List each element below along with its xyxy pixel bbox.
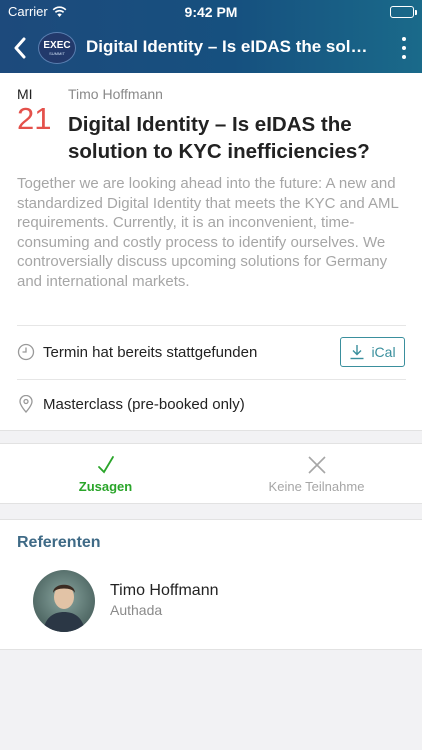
event-location-text: Masterclass (pre-booked only) bbox=[43, 395, 245, 413]
event-detail-card: MI 21 Timo Hoffmann Digital Identity – I… bbox=[0, 73, 422, 431]
accept-label: Zusagen bbox=[78, 479, 133, 494]
event-author: Timo Hoffmann bbox=[68, 86, 163, 102]
checkmark-icon bbox=[97, 456, 114, 474]
chevron-left-icon bbox=[14, 37, 26, 59]
event-title: Digital Identity – Is eIDAS the solution… bbox=[68, 113, 370, 163]
location-pin-icon bbox=[17, 395, 35, 413]
close-icon bbox=[307, 456, 326, 474]
back-button[interactable] bbox=[8, 34, 32, 62]
clock-icon bbox=[17, 343, 35, 361]
speakers-section: Referenten Timo Hoffmann Authada bbox=[0, 519, 422, 650]
app-logo: EXEC SUMMIT bbox=[38, 32, 76, 64]
decline-label: Keine Teilnahme bbox=[268, 479, 365, 494]
status-bar: Carrier 9:42 PM bbox=[0, 0, 422, 24]
speaker-company: Authada bbox=[110, 602, 163, 618]
app-header: Carrier 9:42 PM EXEC SUMMIT Digital Iden… bbox=[0, 0, 422, 73]
ical-label: iCal bbox=[371, 344, 396, 360]
logo-subtext: SUMMIT bbox=[49, 50, 65, 56]
logo-text: EXEC bbox=[43, 39, 71, 51]
decline-button[interactable]: Keine Teilnahme bbox=[211, 444, 422, 505]
event-status-text: Termin hat bereits stattgefunden bbox=[43, 343, 258, 361]
more-options-button[interactable] bbox=[400, 37, 408, 59]
clock: 9:42 PM bbox=[184, 4, 238, 20]
speaker-list-item[interactable]: Timo Hoffmann Authada bbox=[33, 570, 403, 632]
nav-title: Digital Identity – Is eIDAS the solution… bbox=[86, 37, 376, 56]
speaker-name: Timo Hoffmann bbox=[110, 582, 219, 599]
more-vertical-icon bbox=[402, 37, 406, 41]
rsvp-bar: Zusagen Keine Teilnahme bbox=[0, 443, 422, 504]
event-location-row: Masterclass (pre-booked only) bbox=[17, 389, 406, 419]
event-date-number: 21 bbox=[17, 101, 52, 136]
battery-icon bbox=[390, 6, 417, 18]
divider bbox=[17, 325, 406, 326]
navigation-bar: EXEC SUMMIT Digital Identity – Is eIDAS … bbox=[0, 24, 422, 73]
speaker-avatar bbox=[33, 570, 95, 632]
event-description: Together we are looking ahead into the f… bbox=[17, 175, 399, 290]
download-icon bbox=[350, 345, 364, 360]
event-weekday: MI bbox=[17, 86, 33, 102]
speakers-heading: Referenten bbox=[17, 534, 101, 551]
accept-button[interactable]: Zusagen bbox=[0, 444, 211, 505]
ical-download-button[interactable]: iCal bbox=[340, 337, 405, 367]
divider bbox=[17, 379, 406, 380]
